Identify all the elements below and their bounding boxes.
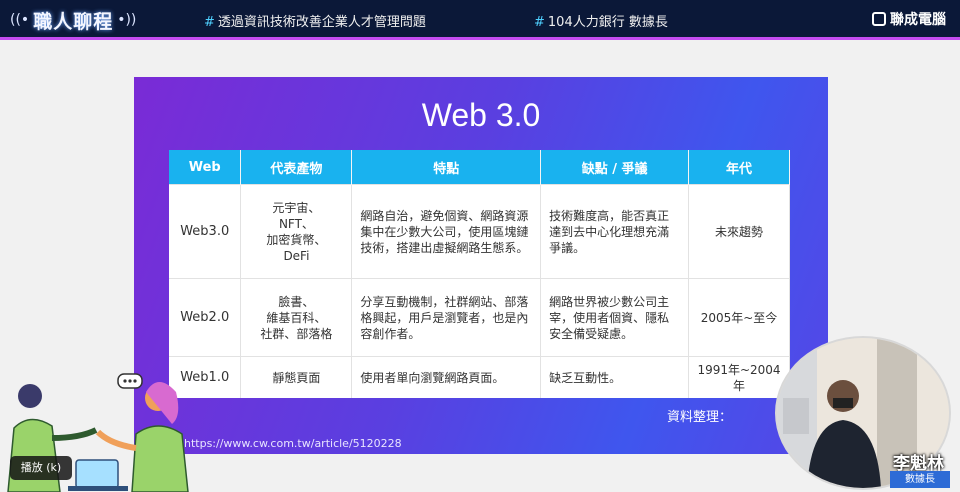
hashtag-icon: # bbox=[204, 15, 215, 30]
product-item: 加密貨幣、 bbox=[266, 232, 327, 247]
product-item: 社群、部落格 bbox=[260, 326, 333, 341]
web-comparison-table: Web 代表產物 特點 缺點 / 爭議 年代 Web3.0 元宇宙、 NFT、 … bbox=[169, 150, 790, 398]
top-banner: ((• 職人聊程 •)) # 透過資訊技術改善企業人才管理問題 #104人力銀行 … bbox=[0, 0, 960, 40]
features-cell: 網路自治，避免個資、網路資源集中在少數大公司，使用區塊鏈技術，搭建出虛擬網路生態… bbox=[351, 184, 542, 279]
table-row: Web3.0 元宇宙、 NFT、 加密貨幣、 DeFi 網路自治，避免個資、網路… bbox=[169, 184, 790, 279]
column-header: Web bbox=[169, 150, 242, 185]
features-cell: 使用者單向瀏覽網路頁面。 bbox=[351, 356, 542, 398]
column-header: 缺點 / 爭議 bbox=[540, 150, 690, 185]
products-cell: 元宇宙、 NFT、 加密貨幣、 DeFi bbox=[240, 184, 353, 279]
column-header: 年代 bbox=[688, 150, 790, 185]
brand-mark-icon bbox=[872, 12, 886, 26]
source-url: https://www.cw.com.tw/article/5120228 bbox=[184, 437, 402, 450]
product-item: 臉書、 bbox=[278, 294, 315, 309]
presentation-slide: Web 3.0 Web 代表產物 特點 缺點 / 爭議 年代 Web3.0 元宇… bbox=[134, 77, 828, 454]
play-button-tooltip[interactable]: 播放 (k) bbox=[10, 456, 72, 480]
cons-cell: 網路世界被少數公司主宰，使用者個資、隱私安全備受疑慮。 bbox=[540, 278, 690, 357]
features-cell: 分享互動機制，社群網站、部落格興起，用戶是瀏覽者，也是內容創作者。 bbox=[351, 278, 542, 357]
product-item: DeFi bbox=[283, 248, 310, 263]
cons-cell: 缺乏互動性。 bbox=[540, 356, 690, 398]
column-header: 特點 bbox=[351, 150, 542, 185]
product-item: 維基百科、 bbox=[266, 310, 327, 325]
slide-title: Web 3.0 bbox=[421, 97, 541, 133]
topic-tag-text: 透過資訊技術改善企業人才管理問題 bbox=[217, 15, 426, 30]
product-item: NFT、 bbox=[278, 216, 314, 231]
cons-cell: 技術難度高，能否真正達到去中心化理想充滿爭議。 bbox=[540, 184, 690, 279]
table-header-row: Web 代表產物 特點 缺點 / 爭議 年代 bbox=[169, 150, 790, 185]
era-cell: 未來趨勢 bbox=[688, 184, 790, 279]
table-row: Web1.0 靜態頁面 使用者單向瀏覽網路頁面。 缺乏互動性。 1991年~20… bbox=[169, 356, 790, 398]
brand-logo: 聯成電腦 bbox=[872, 9, 946, 29]
web-version-cell: Web2.0 bbox=[169, 278, 242, 357]
era-cell: 2005年~至今 bbox=[688, 278, 790, 357]
broadcast-right-icon: •)) bbox=[117, 12, 137, 28]
products-cell: 臉書、 維基百科、 社群、部落格 bbox=[240, 278, 353, 357]
web-version-cell: Web3.0 bbox=[169, 184, 242, 279]
guest-tag: #104人力銀行 數據長 bbox=[534, 11, 668, 30]
hashtag-icon: # bbox=[534, 15, 545, 30]
topic-tag: # 透過資訊技術改善企業人才管理問題 bbox=[204, 11, 426, 30]
product-item: 元宇宙、 bbox=[272, 200, 321, 215]
show-name: 職人聊程 bbox=[33, 10, 114, 33]
column-header: 代表產物 bbox=[240, 150, 353, 185]
show-logo: ((• 職人聊程 •)) bbox=[10, 6, 136, 34]
broadcast-left-icon: ((• bbox=[10, 12, 30, 28]
speaker-role-badge: 數據長 bbox=[890, 471, 950, 488]
brand-name: 聯成電腦 bbox=[890, 12, 946, 28]
table-row: Web2.0 臉書、 維基百科、 社群、部落格 分享互動機制，社群網站、部落格興… bbox=[169, 278, 790, 357]
products-cell: 靜態頁面 bbox=[240, 356, 353, 398]
guest-tag-text: 104人力銀行 數據長 bbox=[547, 15, 668, 30]
era-cell: 1991年~2004年 bbox=[688, 356, 790, 398]
source-label: 資料整理： bbox=[667, 410, 733, 425]
product-item: 靜態頁面 bbox=[272, 370, 321, 385]
